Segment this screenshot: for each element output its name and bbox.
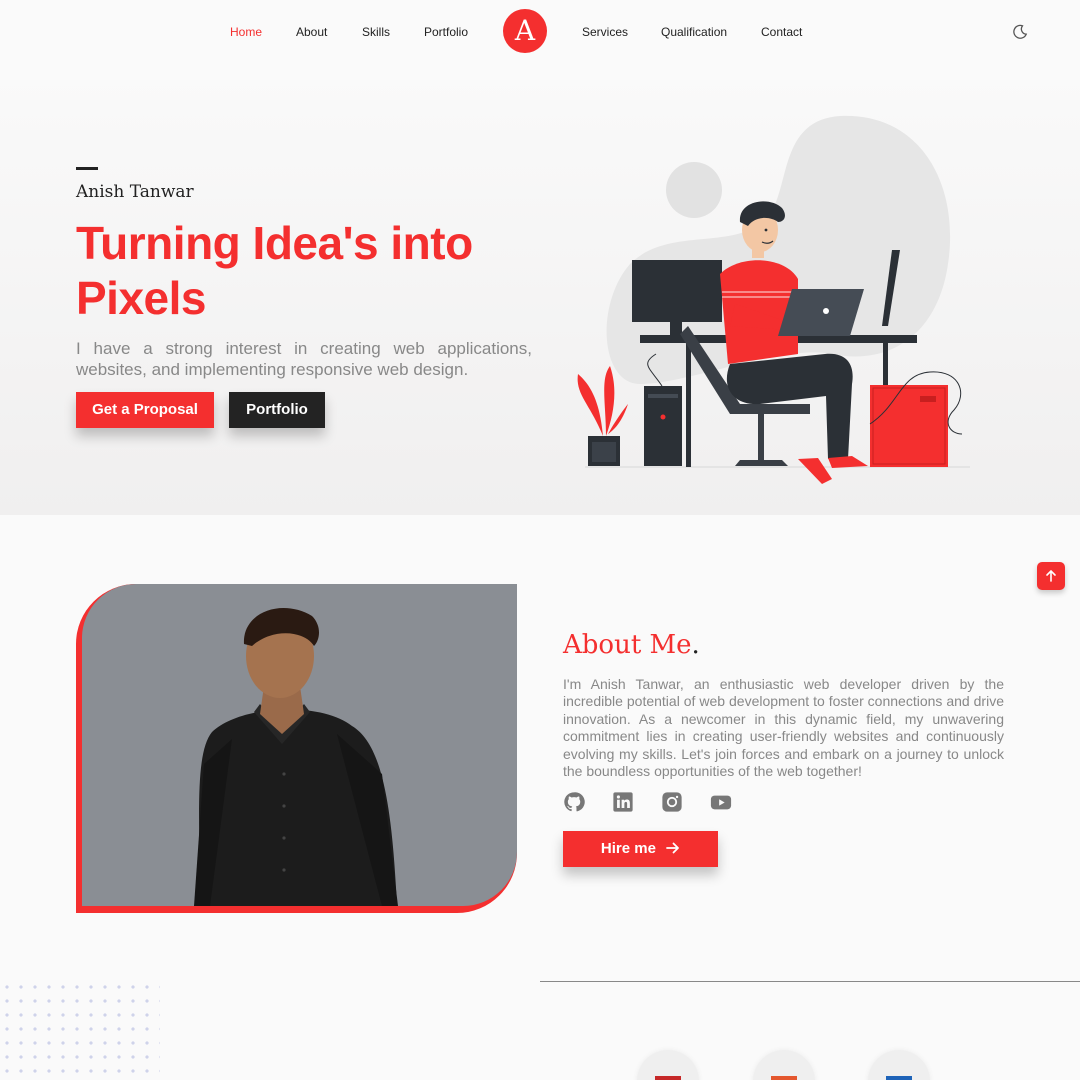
- portfolio-button[interactable]: Portfolio: [229, 392, 325, 428]
- about-title: About Me.: [563, 630, 700, 660]
- name-dash: [76, 167, 98, 170]
- linkedin-icon[interactable]: [612, 791, 634, 813]
- logo[interactable]: A: [503, 9, 547, 53]
- html-icon: [655, 1076, 681, 1080]
- skill-badge-html: [637, 1050, 699, 1080]
- hero-name: Anish Tanwar: [76, 182, 194, 202]
- get-proposal-button[interactable]: Get a Proposal: [76, 392, 214, 428]
- profile-photo: [82, 584, 517, 906]
- nav-item-qualification[interactable]: Qualification: [661, 25, 727, 39]
- navbar: Home About Skills Portfolio A Services Q…: [0, 0, 1080, 64]
- nav-item-portfolio[interactable]: Portfolio: [424, 25, 468, 39]
- developer-illustration: [577, 115, 970, 484]
- section-divider: [540, 981, 1080, 982]
- hero-title: Turning Idea's into Pixels: [76, 217, 473, 324]
- nav-item-about[interactable]: About: [296, 25, 327, 39]
- dot-pattern: [0, 980, 160, 1080]
- hero-description: I have a strong interest in creating web…: [76, 339, 532, 379]
- github-icon[interactable]: [563, 791, 585, 813]
- arrow-up-icon: [1046, 569, 1056, 582]
- hire-me-label: Hire me: [600, 840, 656, 857]
- youtube-icon[interactable]: [710, 791, 732, 813]
- nav-item-services[interactable]: Services: [582, 25, 628, 39]
- hero-section: Anish Tanwar Turning Idea's into Pixels …: [0, 64, 1080, 515]
- arrow-right-icon: [666, 842, 679, 854]
- skill-badge-js: [868, 1050, 930, 1080]
- nav-item-contact[interactable]: Contact: [761, 25, 802, 39]
- nav-item-home[interactable]: Home: [230, 25, 262, 39]
- social-links: [563, 791, 732, 813]
- css-icon: [771, 1076, 797, 1080]
- scroll-to-top-button[interactable]: [1037, 562, 1065, 590]
- hire-me-button[interactable]: Hire me: [563, 831, 718, 867]
- person-figure: [194, 608, 398, 906]
- moon-icon[interactable]: [1012, 24, 1028, 40]
- instagram-icon[interactable]: [661, 791, 683, 813]
- nav-item-skills[interactable]: Skills: [362, 25, 390, 39]
- about-description: I'm Anish Tanwar, an enthusiastic web de…: [563, 676, 1004, 780]
- js-icon: [886, 1076, 912, 1080]
- skill-badge-css: [753, 1050, 815, 1080]
